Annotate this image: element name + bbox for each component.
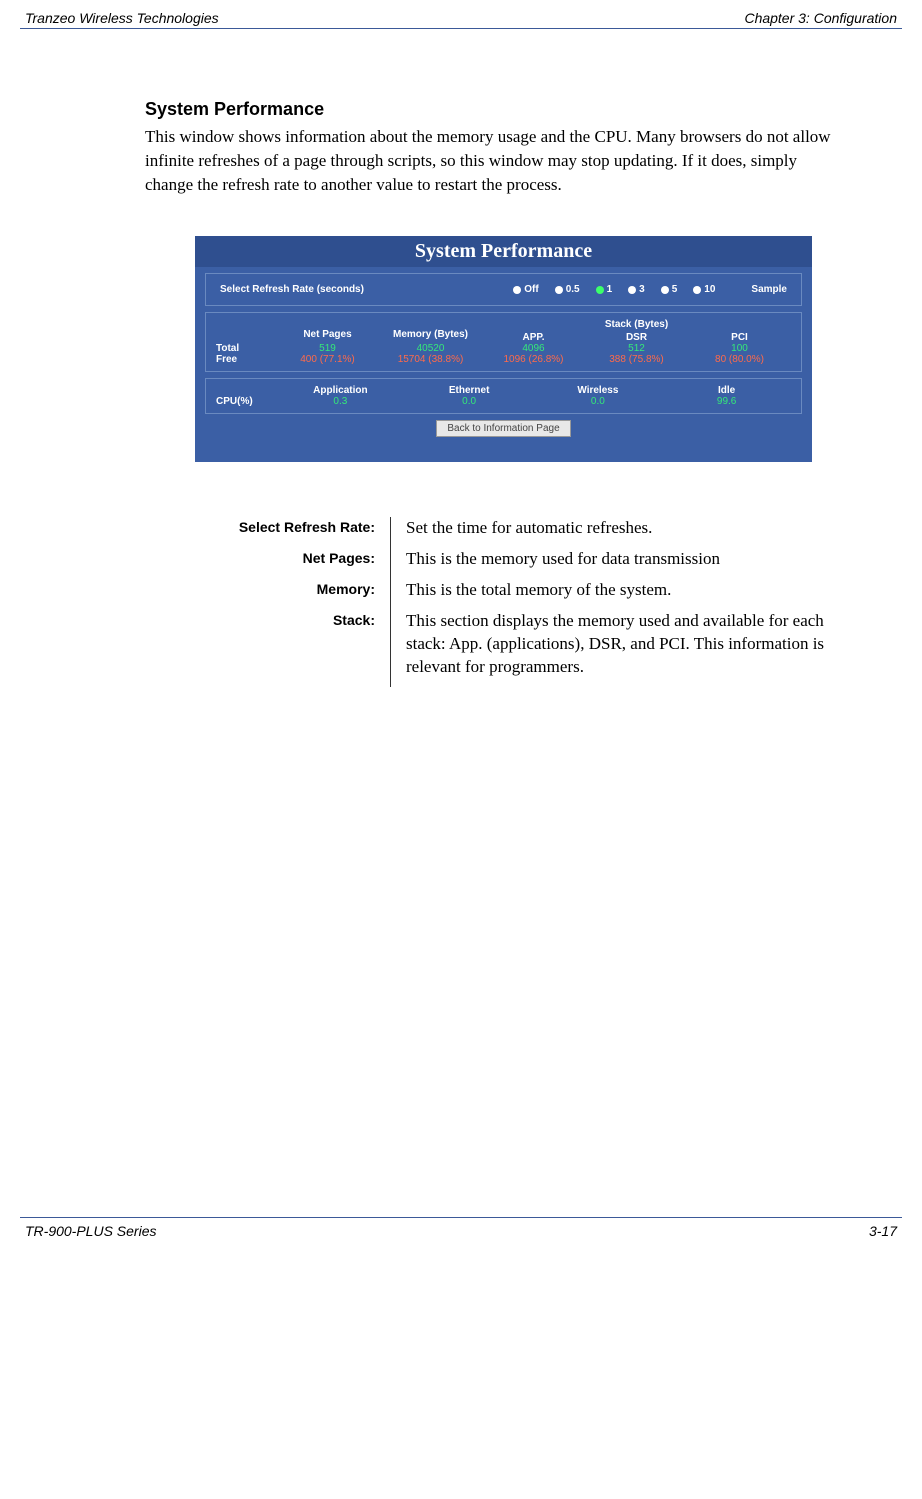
page-header: Tranzeo Wireless Technologies Chapter 3:… [20, 10, 902, 28]
total-mem: 40520 [379, 343, 482, 354]
cpu-data-row: CPU(%) 0.3 0.0 0.0 99.6 [216, 396, 791, 407]
system-performance-panel: System Performance Select Refresh Rate (… [195, 236, 812, 462]
free-row: Free 400 (77.1%) 15704 (38.8%) 1096 (26.… [216, 354, 791, 365]
cpu-application: 0.3 [276, 396, 405, 407]
cpu-ethernet-header: Ethernet [405, 385, 534, 396]
header-left: Tranzeo Wireless Technologies [25, 10, 219, 26]
back-button-row: Back to Information Page [195, 420, 812, 437]
footer-left: TR-900-PLUS Series [25, 1223, 157, 1239]
refresh-off[interactable]: Off [513, 284, 538, 295]
section-heading: System Performance [145, 99, 842, 120]
radio-icon [693, 286, 701, 294]
cpu-application-header: Application [276, 385, 405, 396]
cpu-row-label: CPU(%) [216, 396, 276, 407]
free-app: 1096 (26.8%) [482, 354, 585, 365]
def-value-stack: This section displays the memory used an… [406, 610, 842, 687]
total-app: 4096 [482, 343, 585, 354]
refresh-10[interactable]: 10 [693, 284, 715, 295]
refresh-5[interactable]: 5 [661, 284, 678, 295]
radio-icon [628, 286, 636, 294]
footer-right: 3-17 [869, 1223, 897, 1239]
vertical-divider [390, 517, 391, 687]
refresh-1[interactable]: 1 [596, 284, 613, 295]
refresh-0-5[interactable]: 0.5 [555, 284, 580, 295]
total-row: Total 519 40520 4096 512 100 [216, 343, 791, 354]
refresh-label: Select Refresh Rate (seconds) [220, 284, 364, 295]
app-header: APP. [482, 332, 585, 343]
cpu-header-row: Application Ethernet Wireless Idle [216, 385, 791, 396]
refresh-options: Off 0.5 1 3 5 10 Sample [513, 284, 787, 295]
radio-icon [513, 286, 521, 294]
total-dsr: 512 [585, 343, 688, 354]
mem-header-wrap: Net Pages Memory (Bytes) Stack (Bytes) A… [216, 319, 791, 343]
cpu-ethernet: 0.0 [405, 396, 534, 407]
free-net: 400 (77.1%) [276, 354, 379, 365]
def-value-memory: This is the total memory of the system. [406, 579, 842, 610]
cpu-idle-header: Idle [662, 385, 791, 396]
section-body: This window shows information about the … [145, 125, 842, 196]
total-label: Total [216, 343, 276, 354]
cpu-idle: 99.6 [662, 396, 791, 407]
cpu-wireless: 0.0 [534, 396, 663, 407]
def-value-refresh: Set the time for automatic refreshes. [406, 517, 842, 548]
header-divider [20, 28, 902, 29]
free-label: Free [216, 354, 276, 365]
free-dsr: 388 (75.8%) [585, 354, 688, 365]
refresh-row: Select Refresh Rate (seconds) Off 0.5 1 … [216, 280, 791, 299]
refresh-rate-panel: Select Refresh Rate (seconds) Off 0.5 1 … [205, 273, 802, 306]
memory-header: Memory (Bytes) [379, 319, 482, 343]
def-value-netpages: This is the memory used for data transmi… [406, 548, 842, 579]
free-mem: 15704 (38.8%) [379, 354, 482, 365]
total-pci: 100 [688, 343, 791, 354]
def-label-refresh: Select Refresh Rate: [185, 517, 375, 548]
cpu-panel: Application Ethernet Wireless Idle CPU(%… [205, 378, 802, 414]
free-pci: 80 (80.0%) [688, 354, 791, 365]
refresh-3[interactable]: 3 [628, 284, 645, 295]
net-pages-header: Net Pages [276, 319, 379, 343]
page: Tranzeo Wireless Technologies Chapter 3:… [0, 0, 922, 1259]
panel-title: System Performance [195, 236, 812, 267]
stack-group-label: Stack (Bytes) [482, 319, 791, 330]
dsr-header: DSR [585, 332, 688, 343]
back-button[interactable]: Back to Information Page [436, 420, 570, 437]
total-net: 519 [276, 343, 379, 354]
header-right: Chapter 3: Configuration [744, 10, 897, 26]
def-label-memory: Memory: [185, 579, 375, 610]
stack-group: Stack (Bytes) APP. DSR PCI [482, 319, 791, 343]
definitions-table: Select Refresh Rate: Set the time for au… [185, 517, 842, 687]
sample-label: Sample [751, 284, 787, 295]
radio-icon [596, 286, 604, 294]
content-area: System Performance This window shows inf… [145, 99, 842, 687]
cpu-wireless-header: Wireless [534, 385, 663, 396]
def-label-stack: Stack: [185, 610, 375, 687]
page-footer: TR-900-PLUS Series 3-17 [20, 1217, 902, 1239]
memory-panel: Net Pages Memory (Bytes) Stack (Bytes) A… [205, 312, 802, 372]
radio-icon [555, 286, 563, 294]
def-label-netpages: Net Pages: [185, 548, 375, 579]
pci-header: PCI [688, 332, 791, 343]
radio-icon [661, 286, 669, 294]
